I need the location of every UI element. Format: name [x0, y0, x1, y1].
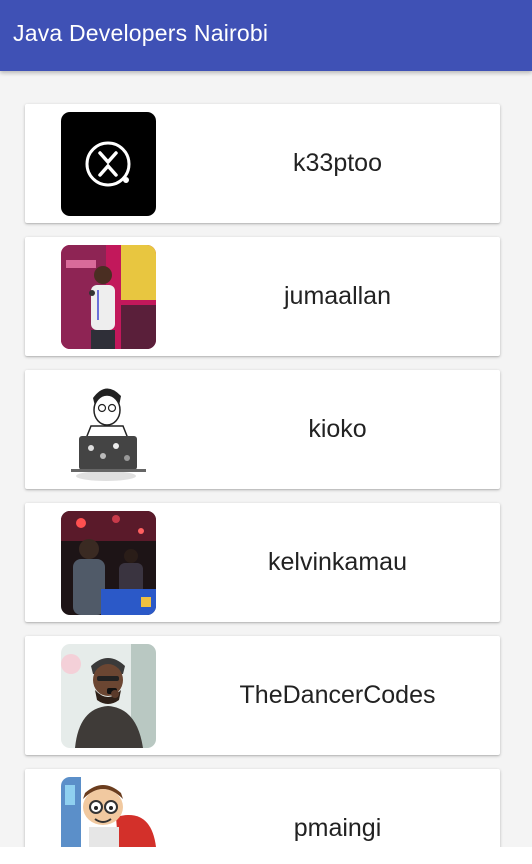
app-bar: Java Developers Nairobi [0, 0, 532, 71]
developer-card[interactable]: kelvinkamau [25, 503, 500, 622]
developer-card[interactable]: TheDancerCodes [25, 636, 500, 755]
developer-username: TheDancerCodes [239, 681, 436, 709]
bottom-edge [0, 847, 532, 864]
app-title: Java Developers Nairobi [13, 20, 269, 46]
microphone-photo-avatar [61, 644, 156, 748]
sketch-laptop-avatar [61, 378, 156, 482]
developer-list[interactable]: k33ptoo jumaallan kioko kelvinkamau TheD… [0, 71, 532, 847]
developer-username: k33ptoo [293, 149, 382, 177]
developer-username: jumaallan [283, 282, 391, 310]
developer-username: pmaingi [293, 814, 382, 842]
developer-card[interactable]: pmaingi [25, 769, 500, 847]
speaker-photo-avatar [61, 245, 156, 349]
developer-username: kioko [308, 415, 367, 443]
developer-username: kelvinkamau [268, 548, 407, 576]
developer-card[interactable]: k33ptoo [25, 104, 500, 223]
developer-card[interactable]: jumaallan [25, 237, 500, 356]
event-photo-avatar [61, 511, 156, 615]
kx-logo-avatar [61, 112, 156, 216]
developer-card[interactable]: kioko [25, 370, 500, 489]
cartoon-avatar [61, 777, 156, 847]
